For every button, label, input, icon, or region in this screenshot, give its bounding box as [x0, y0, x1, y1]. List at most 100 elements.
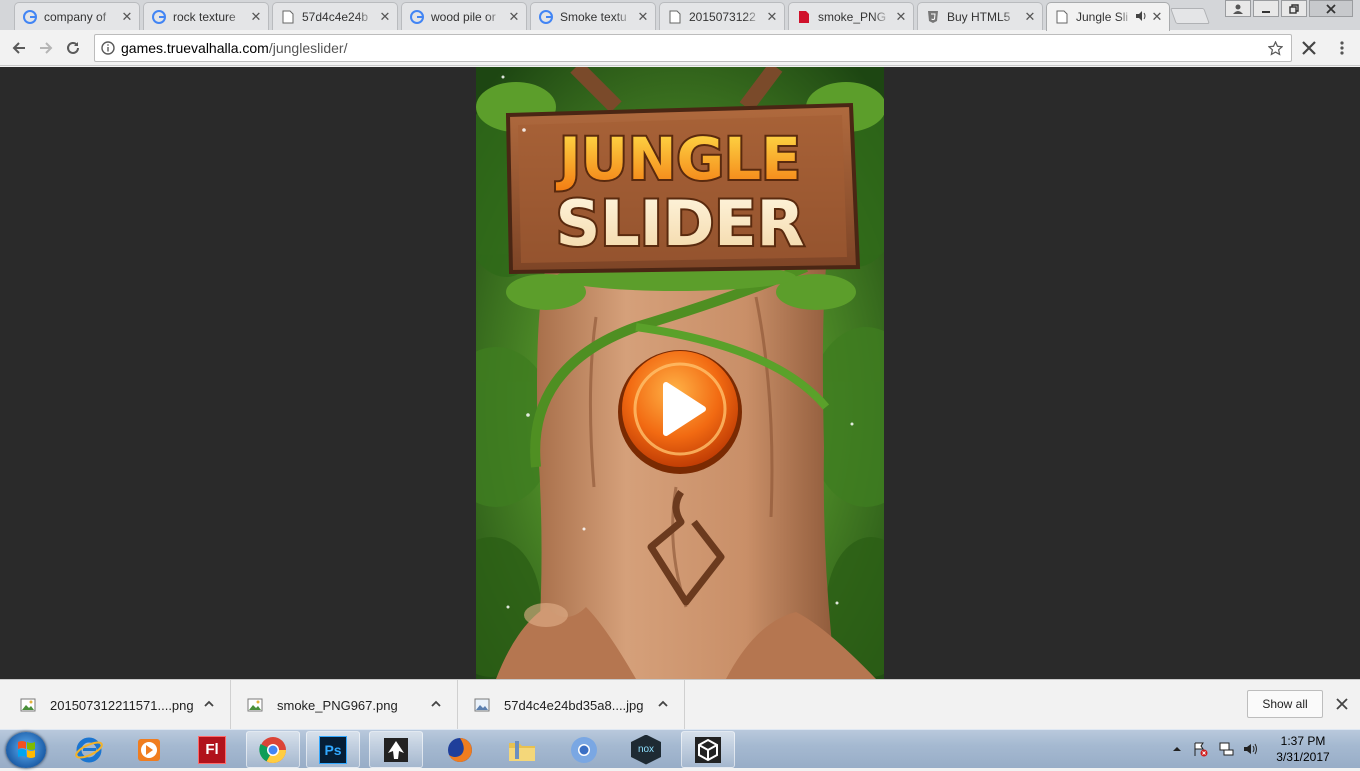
taskbar-unity[interactable]	[681, 731, 735, 768]
clock-date: 3/31/2017	[1276, 750, 1330, 764]
clock-time: 1:37 PM	[1280, 734, 1326, 748]
chevron-up-icon[interactable]	[202, 697, 216, 711]
taskbar-media-player[interactable]	[122, 731, 176, 768]
tab-jungle-slider[interactable]: Jungle Sli ✕	[1046, 2, 1170, 31]
download-bar: 201507312211571....png smoke_PNG967.png …	[0, 679, 1360, 730]
user-icon	[1233, 4, 1243, 14]
taskbar-photoshop[interactable]: Ps	[306, 731, 360, 768]
internet-explorer-icon	[75, 737, 103, 762]
chromium-icon	[571, 736, 597, 763]
taskbar-inkscape[interactable]	[369, 731, 423, 768]
restore-icon	[1289, 3, 1299, 14]
tab-title: 2015073122	[689, 9, 756, 24]
extension-x-icon	[1302, 41, 1316, 55]
action-center-flag-icon[interactable]	[1192, 741, 1208, 757]
network-icon[interactable]	[1218, 741, 1234, 757]
tab-rock-texture[interactable]: rock texture ✕	[143, 2, 269, 30]
taskbar-firefox[interactable]	[433, 731, 487, 768]
show-all-button[interactable]: Show all	[1247, 690, 1323, 718]
inkscape-icon	[384, 737, 408, 762]
file-explorer-icon	[509, 740, 535, 761]
show-hidden-icons-icon[interactable]	[1172, 744, 1182, 754]
taskbar-file-explorer[interactable]	[495, 731, 549, 768]
menu-button[interactable]	[1331, 37, 1353, 59]
forward-button[interactable]	[35, 37, 57, 59]
title-line-2: SLIDER	[556, 187, 805, 260]
photoshop-label: Ps	[324, 741, 342, 758]
start-button[interactable]	[6, 732, 46, 768]
tab-close-icon[interactable]: ✕	[508, 9, 520, 24]
title-line-1: JUNGLE	[555, 125, 800, 193]
unity-icon	[695, 736, 721, 763]
tab-close-icon[interactable]: ✕	[379, 9, 391, 24]
tab-title: Smoke textu	[560, 9, 627, 24]
tab-wood-pile[interactable]: wood pile or ✕	[401, 2, 527, 30]
arrow-right-icon	[40, 42, 53, 54]
tab-title: 57d4c4e24b	[302, 9, 369, 24]
download-item[interactable]: 201507312211571....png	[0, 680, 231, 730]
red-page-icon	[797, 10, 811, 24]
tab-close-icon[interactable]: ✕	[1151, 9, 1163, 24]
chrome-icon	[259, 736, 287, 763]
download-item[interactable]: smoke_PNG967.png	[231, 680, 458, 730]
google-icon	[410, 9, 424, 24]
tab-57d4[interactable]: 57d4c4e24b ✕	[272, 2, 398, 30]
chevron-up-icon[interactable]	[656, 697, 670, 711]
minimize-button[interactable]	[1253, 0, 1279, 17]
page-content: JUNGLE SLIDER	[0, 67, 1360, 679]
restore-button[interactable]	[1281, 0, 1307, 17]
flash-label: Fl	[205, 741, 219, 758]
tab-close-icon[interactable]: ✕	[895, 9, 907, 24]
download-filename: 201507312211571....png	[50, 697, 194, 713]
game-canvas[interactable]: JUNGLE SLIDER	[476, 67, 884, 679]
google-icon	[152, 9, 166, 24]
tab-close-icon[interactable]: ✕	[766, 9, 778, 24]
taskbar-flash[interactable]: Fl	[185, 731, 239, 768]
user-profile-button[interactable]	[1225, 0, 1251, 17]
reload-button[interactable]	[62, 37, 84, 59]
more-vert-icon	[1340, 41, 1344, 55]
minimize-icon	[1262, 10, 1270, 13]
tab-close-icon[interactable]: ✕	[1024, 9, 1036, 24]
tab-company-of[interactable]: company of ✕	[14, 2, 140, 30]
browser-toolbar: games.truevalhalla.com/jungleslider/	[0, 30, 1360, 66]
taskbar-chromium[interactable]	[557, 731, 611, 768]
close-icon	[1326, 3, 1336, 14]
tab-close-icon[interactable]: ✕	[250, 9, 262, 24]
taskbar-nox[interactable]: nox	[619, 731, 673, 768]
image-file-icon	[20, 698, 36, 712]
tab-2015073122[interactable]: 2015073122 ✕	[659, 2, 785, 30]
nox-label: nox	[637, 744, 655, 755]
tab-close-icon[interactable]: ✕	[121, 9, 133, 24]
tab-title: company of	[44, 9, 107, 24]
volume-icon[interactable]	[1242, 741, 1258, 757]
download-filename: 57d4c4e24bd35a8....jpg	[504, 697, 644, 713]
tab-close-icon[interactable]: ✕	[637, 9, 649, 24]
tab-strip: company of ✕ rock texture ✕ 57d4c4e24b ✕…	[0, 0, 1360, 31]
tab-smoke-png[interactable]: smoke_PNG ✕	[788, 2, 914, 30]
back-button[interactable]	[8, 37, 30, 59]
tab-buy-html5[interactable]: Buy HTML5 ✕	[917, 2, 1043, 30]
tab-title: smoke_PNG	[818, 9, 887, 24]
html5-icon	[926, 10, 940, 24]
taskbar-internet-explorer[interactable]	[62, 731, 116, 768]
close-downloads-icon[interactable]	[1334, 696, 1350, 712]
window-close-button[interactable]	[1309, 0, 1353, 17]
address-bar[interactable]: games.truevalhalla.com/jungleslider/	[94, 34, 1292, 62]
speaker-icon[interactable]	[1135, 10, 1147, 25]
tab-title: wood pile or	[431, 9, 496, 24]
tab-smoke-texture[interactable]: Smoke textu ✕	[530, 2, 656, 30]
chevron-up-icon[interactable]	[429, 697, 443, 711]
star-icon[interactable]	[1268, 41, 1283, 56]
extension-button[interactable]	[1298, 37, 1320, 59]
page-icon	[668, 10, 682, 24]
clock[interactable]: 1:37 PM 3/31/2017	[1268, 733, 1338, 765]
image-file-icon	[474, 698, 490, 712]
media-player-icon	[138, 738, 160, 761]
download-item[interactable]: 57d4c4e24bd35a8....jpg	[458, 680, 685, 730]
info-icon[interactable]	[101, 41, 115, 55]
play-button[interactable]	[618, 350, 742, 474]
nox-icon: nox	[631, 734, 661, 765]
taskbar-chrome[interactable]	[246, 731, 300, 768]
new-tab-button[interactable]	[1170, 8, 1210, 24]
